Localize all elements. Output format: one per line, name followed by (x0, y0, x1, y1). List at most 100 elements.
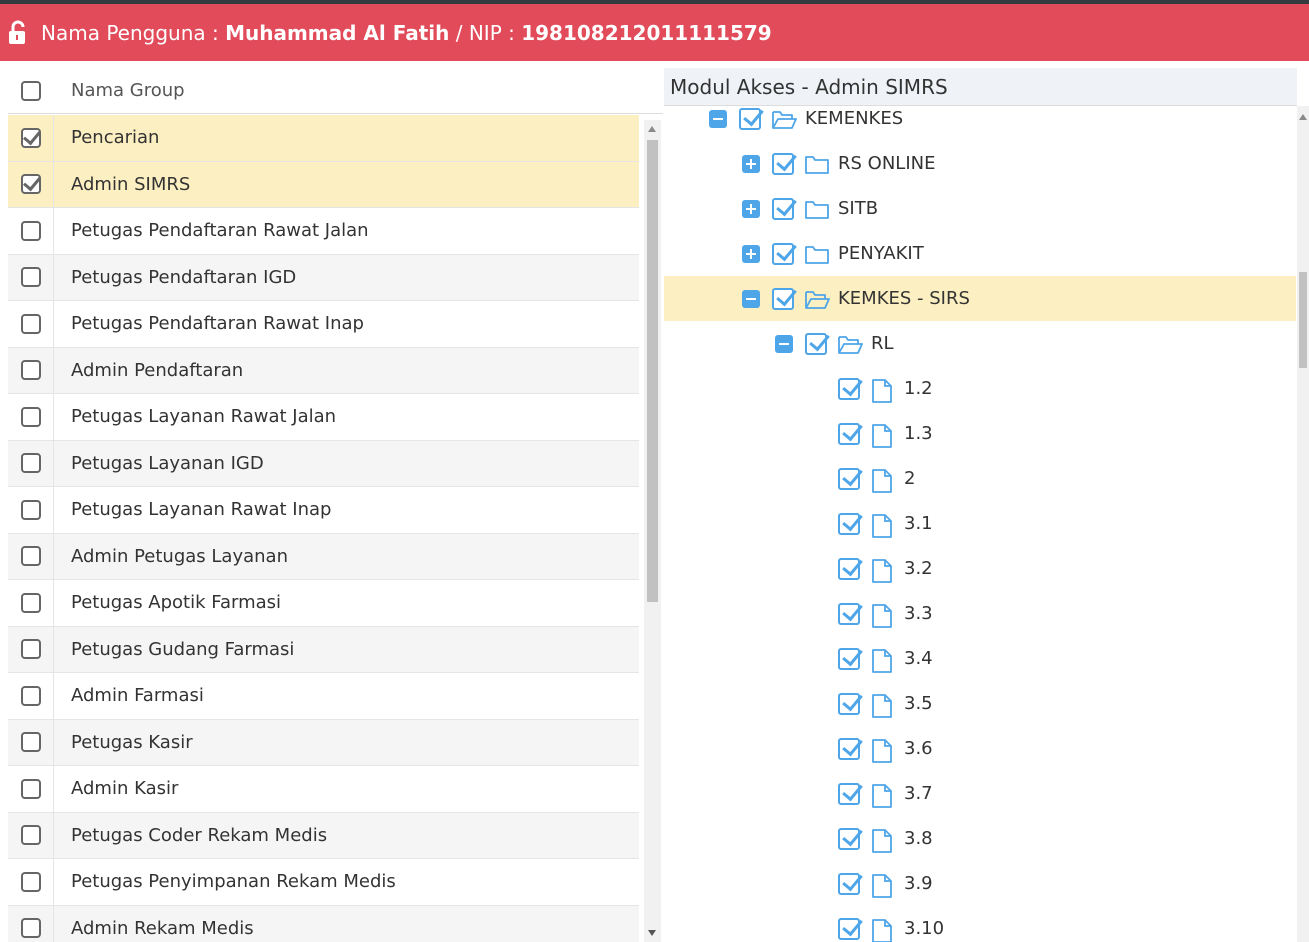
group-row[interactable]: Petugas Layanan Rawat Inap (8, 487, 639, 534)
tree-node-checkbox[interactable] (838, 782, 860, 805)
group-row[interactable]: Petugas Pendaftaran Rawat Jalan (8, 208, 639, 255)
tree-node[interactable]: 3.1 (664, 501, 1296, 546)
group-row[interactable]: Petugas Apotik Farmasi (8, 580, 639, 627)
select-all-checkbox[interactable] (21, 80, 41, 101)
tree-node-label: PENYAKIT (838, 243, 924, 264)
tree-node[interactable]: 2 (664, 456, 1296, 501)
group-row-checkbox[interactable] (20, 360, 41, 381)
group-row[interactable]: Petugas Penyimpanan Rekam Medis (8, 859, 639, 906)
tree-node[interactable]: 3.10 (664, 906, 1296, 942)
group-row-checkbox[interactable] (20, 732, 41, 753)
tree-node-checkbox[interactable] (838, 467, 860, 490)
tree-scroll-up-arrow-icon[interactable] (1299, 114, 1307, 120)
group-row[interactable]: Petugas Layanan IGD (8, 440, 639, 487)
group-table-header: Nama Group (8, 68, 663, 114)
group-row-checkbox[interactable] (20, 127, 41, 148)
group-row-checkbox-cell (8, 208, 54, 254)
group-row-checkbox[interactable] (20, 871, 41, 892)
tree-node-checkbox[interactable] (805, 332, 827, 355)
tree-node-checkbox[interactable] (838, 692, 860, 715)
tree-node-checkbox[interactable] (838, 647, 860, 670)
tree-node[interactable]: 1.2 (664, 366, 1296, 411)
group-row-checkbox[interactable] (20, 174, 41, 195)
group-row-checkbox[interactable] (20, 220, 41, 241)
tree-node[interactable]: 3.7 (664, 771, 1296, 816)
scroll-up-arrow-icon[interactable] (648, 126, 656, 132)
tree-node[interactable]: 3.3 (664, 591, 1296, 636)
tree-node-checkbox[interactable] (772, 287, 794, 310)
expand-plus-icon[interactable] (742, 199, 760, 218)
group-row[interactable]: Petugas Layanan Rawat Jalan (8, 394, 639, 441)
tree-node[interactable]: KEMENKES (664, 106, 1296, 141)
tree-node-checkbox[interactable] (772, 242, 794, 265)
group-row[interactable]: Admin SIMRS (8, 161, 639, 208)
tree-node[interactable]: 3.4 (664, 636, 1296, 681)
scroll-down-arrow-icon[interactable] (648, 930, 656, 936)
group-row-checkbox[interactable] (20, 825, 41, 846)
tree-node[interactable]: RL (664, 321, 1296, 366)
group-row[interactable]: Petugas Gudang Farmasi (8, 626, 639, 673)
tree-node[interactable]: 3.9 (664, 861, 1296, 906)
group-row-checkbox[interactable] (20, 639, 41, 660)
group-row-checkbox[interactable] (20, 918, 41, 939)
user-label: Nama Pengguna : (41, 20, 226, 45)
group-row-checkbox[interactable] (20, 546, 41, 567)
group-row-checkbox[interactable] (20, 313, 41, 334)
user-info-text: Nama Pengguna : Muhammad Al Fatih / NIP … (41, 21, 772, 45)
tree-node-checkbox[interactable] (838, 737, 860, 760)
tree-node-checkbox[interactable] (838, 557, 860, 580)
collapse-minus-icon[interactable] (742, 289, 760, 308)
column-header-nama-group[interactable]: Nama Group (71, 80, 185, 101)
tree-node-checkbox[interactable] (838, 602, 860, 625)
group-row[interactable]: Admin Petugas Layanan (8, 533, 639, 580)
group-row[interactable]: Admin Rekam Medis (8, 905, 639, 942)
group-row[interactable]: Admin Pendaftaran (8, 347, 639, 394)
group-row[interactable]: Petugas Coder Rekam Medis (8, 812, 639, 859)
tree-node-checkbox[interactable] (772, 152, 794, 175)
expand-plus-icon[interactable] (742, 154, 760, 173)
group-list-scrollbar[interactable] (644, 120, 661, 942)
tree-node[interactable]: 3.5 (664, 681, 1296, 726)
tree-scroll-thumb[interactable] (1299, 272, 1307, 368)
tree-node-checkbox[interactable] (838, 422, 860, 445)
tree-node[interactable]: 3.2 (664, 546, 1296, 591)
group-row-checkbox[interactable] (20, 499, 41, 520)
tree-node-checkbox[interactable] (838, 512, 860, 535)
tree-node[interactable]: KEMKES - SIRS (664, 276, 1296, 321)
group-row-checkbox[interactable] (20, 453, 41, 474)
scroll-thumb[interactable] (647, 140, 658, 602)
file-icon (870, 918, 896, 942)
user-header-bar: Nama Pengguna : Muhammad Al Fatih / NIP … (0, 4, 1309, 61)
tree-node[interactable]: PENYAKIT (664, 231, 1296, 276)
tree-node-checkbox[interactable] (739, 107, 761, 130)
group-row-checkbox[interactable] (20, 267, 41, 288)
group-row[interactable]: Admin Kasir (8, 766, 639, 813)
tree-node-checkbox[interactable] (838, 377, 860, 400)
group-row-checkbox[interactable] (20, 685, 41, 706)
tree-node[interactable]: RS ONLINE (664, 141, 1296, 186)
group-row[interactable]: Pencarian (8, 115, 639, 162)
group-row-checkbox[interactable] (20, 778, 41, 799)
tree-node-checkbox[interactable] (838, 827, 860, 850)
group-row[interactable]: Petugas Kasir (8, 719, 639, 766)
tree-node[interactable]: 1.3 (664, 411, 1296, 456)
tree-node-checkbox[interactable] (772, 197, 794, 220)
tree-node-checkbox[interactable] (838, 872, 860, 895)
group-row-name: Petugas Layanan Rawat Inap (71, 499, 332, 521)
group-row[interactable]: Petugas Pendaftaran IGD (8, 254, 639, 301)
group-row-checkbox[interactable] (20, 592, 41, 613)
group-row-checkbox[interactable] (20, 406, 41, 427)
file-icon (870, 468, 896, 493)
collapse-minus-icon[interactable] (709, 109, 727, 128)
collapse-minus-icon[interactable] (775, 334, 793, 353)
tree-node[interactable]: 3.6 (664, 726, 1296, 771)
tree-node[interactable]: SITB (664, 186, 1296, 231)
tree-node-checkbox[interactable] (838, 917, 860, 940)
group-row-checkbox-cell (8, 533, 54, 579)
tree-node[interactable]: 3.8 (664, 816, 1296, 861)
file-icon (870, 378, 896, 403)
group-row[interactable]: Admin Farmasi (8, 673, 639, 720)
expand-plus-icon[interactable] (742, 244, 760, 263)
tree-scrollbar[interactable] (1297, 106, 1309, 942)
group-row[interactable]: Petugas Pendaftaran Rawat Inap (8, 301, 639, 348)
